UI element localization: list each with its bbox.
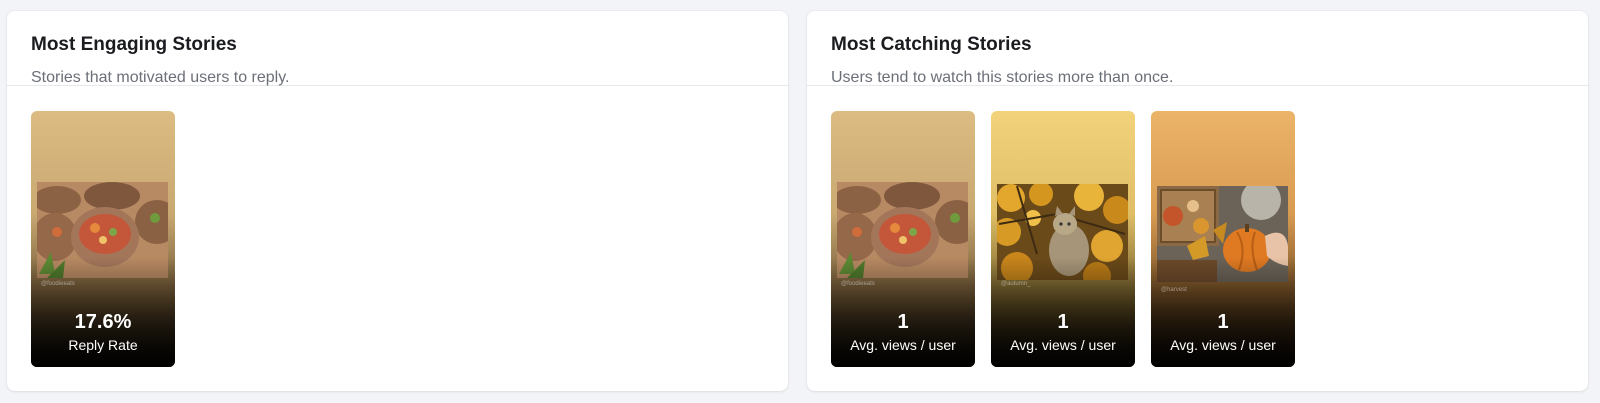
avg-views-label: Avg. views / user [850,337,956,353]
avg-views-label: Avg. views / user [1010,337,1116,353]
most-catching-panel: Most Catching Stories Users tend to watc… [807,11,1588,391]
panel-subtitle: Users tend to watch this stories more th… [831,69,1174,86]
story-card[interactable]: @foodieeats 17.6% Reply Rate [31,111,175,367]
avg-views-value: 1 [1057,311,1069,333]
story-card[interactable]: @autumn_ 1 Avg. views / user [991,111,1135,367]
reply-rate-label: Reply Rate [68,337,138,353]
story-handle: @foodieeats [841,281,875,287]
story-handle: @autumn_ [1001,281,1031,287]
avg-views-label: Avg. views / user [1170,337,1276,353]
avg-views-value: 1 [897,311,909,333]
panel-title: Most Engaging Stories [31,34,237,55]
panel-subtitle: Stories that motivated users to reply. [31,69,290,86]
story-handle: @harvest [1161,287,1187,293]
story-handle: @foodieeats [41,281,75,287]
most-engaging-panel: Most Engaging Stories Stories that motiv… [7,11,788,391]
story-card[interactable]: @foodieeats 1 Avg. views / user [831,111,975,367]
avg-views-value: 1 [1217,311,1229,333]
panel-title: Most Catching Stories [831,34,1032,55]
reply-rate-value: 17.6% [74,311,132,333]
story-card[interactable]: @harvest 1 Avg. views / user [1151,111,1295,367]
panel-header: Most Catching Stories Users tend to watc… [807,11,1588,86]
panel-header: Most Engaging Stories Stories that motiv… [7,11,788,86]
